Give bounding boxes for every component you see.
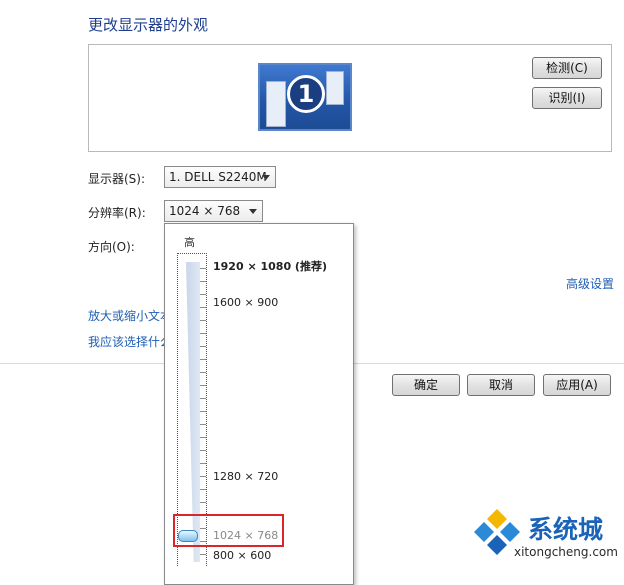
resolution-option[interactable]: 800 × 600 xyxy=(213,549,271,562)
resolution-label: 分辨率(R): xyxy=(88,206,146,220)
page-title: 更改显示器的外观 xyxy=(88,16,209,34)
display-label: 显示器(S): xyxy=(88,172,146,186)
chevron-down-icon xyxy=(249,209,257,214)
resolution-option[interactable]: 1920 × 1080 (推荐) xyxy=(213,258,327,274)
slider-tick xyxy=(200,372,206,373)
highlight-box xyxy=(173,514,284,547)
slider-tick xyxy=(200,476,206,477)
window-thumbnail-icon xyxy=(326,71,344,105)
watermark-brand: 系统城 xyxy=(528,515,604,544)
slider-tick xyxy=(200,346,206,347)
identify-button[interactable]: 识别(I) xyxy=(532,87,602,109)
resolution-option[interactable]: 1600 × 900 xyxy=(213,296,278,309)
slider-tick xyxy=(200,424,206,425)
slider-tick xyxy=(200,411,206,412)
slider-tick xyxy=(200,333,206,334)
text-size-link[interactable]: 放大或缩小文本 xyxy=(88,307,164,324)
slider-tick xyxy=(200,554,206,555)
resolution-option[interactable]: 1280 × 720 xyxy=(213,470,278,483)
detect-button[interactable]: 检测(C) xyxy=(532,57,602,79)
cancel-button[interactable]: 取消 xyxy=(467,374,535,396)
watermark-url: xitongcheng.com xyxy=(514,545,618,559)
advanced-settings-link[interactable]: 高级设置 xyxy=(566,275,614,292)
apply-button[interactable]: 应用(A) xyxy=(543,374,611,396)
slider-tick xyxy=(200,489,206,490)
display-select[interactable]: 1. DELL S2240M xyxy=(164,166,276,188)
resolution-select[interactable]: 1024 × 768 xyxy=(164,200,263,222)
orientation-label: 方向(O): xyxy=(88,240,135,254)
display-select-value: 1. DELL S2240M xyxy=(169,170,267,184)
monitor-number-badge: 1 xyxy=(287,75,325,113)
ok-button[interactable]: 确定 xyxy=(392,374,460,396)
slider-tick xyxy=(200,463,206,464)
slider-tick xyxy=(200,320,206,321)
window-thumbnail-icon xyxy=(266,81,286,127)
slider-tick xyxy=(200,359,206,360)
slider-tick xyxy=(200,502,206,503)
chevron-down-icon xyxy=(262,175,270,180)
monitor-1-icon[interactable]: 1 xyxy=(258,63,352,131)
slider-tick xyxy=(200,307,206,308)
resolution-select-value: 1024 × 768 xyxy=(169,204,241,218)
slider-tick xyxy=(200,437,206,438)
slider-tick xyxy=(200,450,206,451)
slider-tick xyxy=(200,268,206,269)
slider-tick xyxy=(200,385,206,386)
slider-tick xyxy=(200,294,206,295)
slider-high-label: 高 xyxy=(184,236,195,249)
slider-tick xyxy=(200,281,206,282)
which-settings-link[interactable]: 我应该选择什么 xyxy=(88,333,164,350)
slider-tick xyxy=(200,398,206,399)
